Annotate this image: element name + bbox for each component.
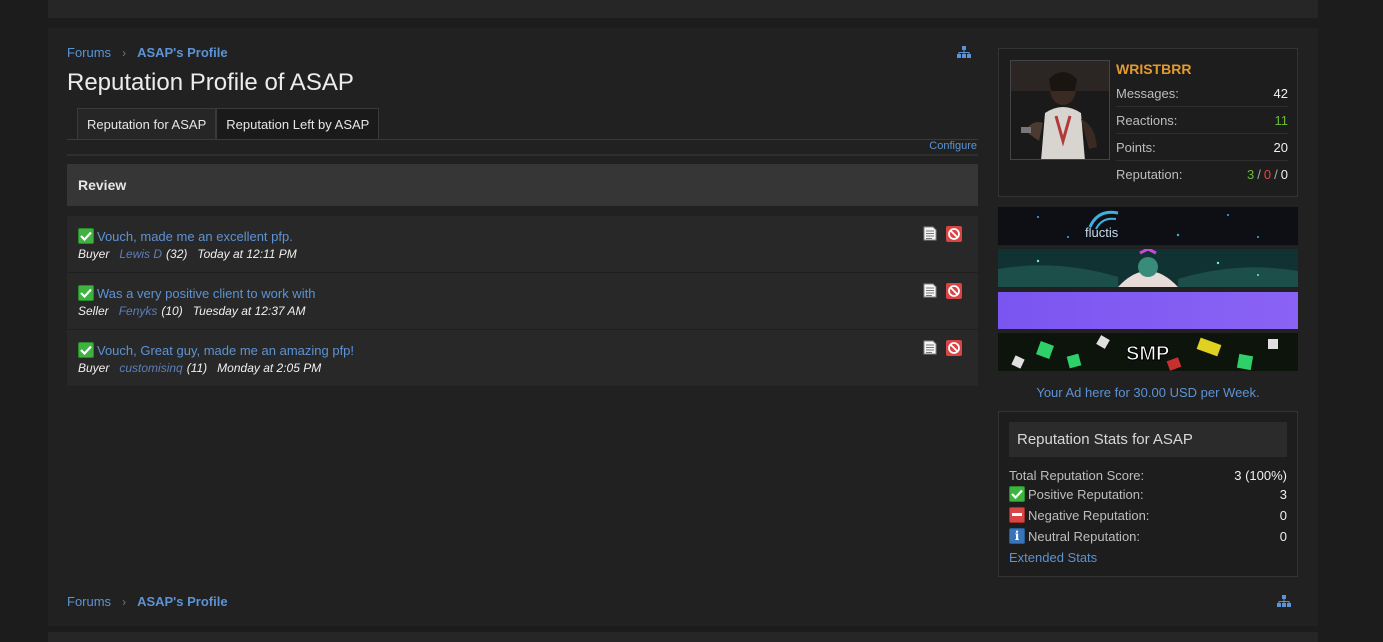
stat-label: Reputation: bbox=[1116, 167, 1183, 182]
positive-check-icon bbox=[1009, 486, 1025, 502]
reputation-role: Buyer bbox=[78, 247, 110, 261]
rep-neutral: 0 bbox=[1280, 167, 1288, 182]
note-icon[interactable] bbox=[923, 340, 937, 356]
avatar[interactable] bbox=[1010, 60, 1110, 160]
negative-minus-icon bbox=[1009, 507, 1025, 523]
sitemap-icon[interactable] bbox=[1277, 595, 1291, 607]
extended-stats-link[interactable]: Extended Stats bbox=[1009, 550, 1097, 565]
breadcrumb-forums[interactable]: Forums bbox=[67, 594, 111, 609]
page-title: Reputation Profile of ASAP bbox=[67, 69, 354, 96]
stat-label: Total Reputation Score: bbox=[1009, 468, 1145, 483]
breadcrumb: Forums › ASAP's Profile bbox=[67, 45, 228, 60]
stat-label: Neutral Reputation: bbox=[1028, 528, 1141, 544]
ad-here-link[interactable]: Your Ad here for 30.00 USD per Week. bbox=[998, 385, 1298, 400]
stat-value: 42 bbox=[1273, 85, 1288, 101]
tab-bar: Reputation for ASAP Reputation Left by A… bbox=[77, 108, 380, 140]
reputation-list: Vouch, made me an excellent pfp. Buyer L… bbox=[67, 216, 978, 387]
username-link[interactable]: WRISTBRR bbox=[1116, 61, 1191, 77]
breadcrumb-chevron-icon: › bbox=[122, 45, 127, 60]
stat-label: Messages: bbox=[1116, 85, 1179, 101]
list-item: Vouch, Great guy, made me an amazing pfp… bbox=[67, 330, 978, 387]
divider bbox=[67, 154, 978, 156]
positive-check-icon bbox=[78, 228, 94, 244]
stat-label: Points: bbox=[1116, 139, 1156, 155]
reputation-message[interactable]: Vouch, Great guy, made me an amazing pfp… bbox=[97, 343, 354, 358]
reputation-user-count: (11) bbox=[186, 361, 208, 375]
top-nav-bar bbox=[48, 0, 1318, 18]
reputation-message[interactable]: Was a very positive client to work with bbox=[97, 286, 315, 301]
review-header: Review bbox=[67, 164, 978, 206]
stat-label: Reactions: bbox=[1116, 112, 1178, 128]
tab-reputation-for[interactable]: Reputation for ASAP bbox=[77, 108, 217, 140]
breadcrumb-chevron-icon: › bbox=[122, 594, 127, 609]
ad-banner-text: SMP bbox=[1126, 343, 1169, 365]
reputation-user-count: (10) bbox=[161, 304, 183, 318]
breadcrumb-profile[interactable]: ASAP's Profile bbox=[137, 594, 228, 609]
stat-reputation: Reputation: 3/0/0 bbox=[1116, 161, 1288, 188]
stat-messages: Messages: 42 bbox=[1116, 80, 1288, 107]
stat-reactions: Reactions: 11 bbox=[1116, 107, 1288, 134]
user-card: WRISTBRR Messages: 42 Reactions: 11 Poin… bbox=[998, 48, 1298, 197]
footer-strip bbox=[48, 632, 1318, 642]
stat-value: 3 (100%) bbox=[1234, 468, 1287, 483]
reputation-time: Tuesday at 12:37 AM bbox=[192, 304, 306, 318]
reputation-user-link[interactable]: Fenyks bbox=[119, 304, 158, 318]
reputation-user-link[interactable]: customisinq bbox=[119, 361, 182, 375]
reputation-time: Today at 12:11 PM bbox=[197, 247, 297, 261]
list-item: Vouch, made me an excellent pfp. Buyer L… bbox=[67, 216, 978, 273]
rep-separator: / bbox=[1257, 167, 1261, 182]
stat-value: 0 bbox=[1279, 528, 1287, 544]
breadcrumb-bottom: Forums › ASAP's Profile bbox=[67, 594, 228, 609]
reputation-user-link[interactable]: Lewis D bbox=[119, 247, 162, 261]
breadcrumb-profile[interactable]: ASAP's Profile bbox=[137, 45, 228, 60]
reputation-message[interactable]: Vouch, made me an excellent pfp. bbox=[97, 229, 293, 244]
reputation-role: Seller bbox=[78, 304, 109, 318]
reputation-stats-box: Reputation Stats for ASAP Total Reputati… bbox=[998, 411, 1298, 577]
stat-value: 3/0/0 bbox=[1247, 167, 1288, 182]
reputation-user-count: (32) bbox=[166, 247, 188, 261]
note-icon[interactable] bbox=[923, 226, 937, 242]
reputation-time: Monday at 2:05 PM bbox=[217, 361, 322, 375]
positive-check-icon bbox=[78, 342, 94, 358]
stat-total: Total Reputation Score: 3 (100%) bbox=[1009, 468, 1287, 483]
configure-link[interactable]: Configure bbox=[929, 140, 977, 152]
tab-reputation-left[interactable]: Reputation Left by ASAP bbox=[216, 108, 380, 140]
stat-value: 20 bbox=[1273, 139, 1288, 155]
stat-label: Negative Reputation: bbox=[1028, 507, 1150, 523]
block-icon[interactable] bbox=[946, 283, 962, 299]
stat-value: 0 bbox=[1279, 507, 1287, 523]
ad-banner[interactable] bbox=[998, 249, 1298, 287]
note-icon[interactable] bbox=[923, 283, 937, 299]
reputation-role: Buyer bbox=[78, 361, 110, 375]
tab-divider bbox=[67, 139, 978, 140]
breadcrumb-forums[interactable]: Forums bbox=[67, 45, 111, 60]
stats-title: Reputation Stats for ASAP bbox=[1009, 422, 1287, 457]
list-item: Was a very positive client to work with … bbox=[67, 273, 978, 330]
rep-positive: 3 bbox=[1247, 167, 1255, 182]
ad-banner[interactable] bbox=[998, 292, 1298, 329]
stat-points: Points: 20 bbox=[1116, 134, 1288, 161]
sitemap-icon[interactable] bbox=[957, 46, 971, 58]
ad-banner[interactable]: SMP bbox=[998, 333, 1298, 371]
stat-label: Positive Reputation: bbox=[1028, 486, 1144, 502]
rep-separator: / bbox=[1274, 167, 1278, 182]
ad-banner-text: fluctis bbox=[1085, 225, 1119, 240]
stat-neutral: i Neutral Reputation: 0 bbox=[1009, 528, 1287, 544]
stat-negative: Negative Reputation: 0 bbox=[1009, 507, 1287, 523]
stat-positive: Positive Reputation: 3 bbox=[1009, 486, 1287, 502]
rep-negative: 0 bbox=[1263, 167, 1272, 182]
block-icon[interactable] bbox=[946, 226, 962, 242]
ad-banner[interactable]: fluctis bbox=[998, 207, 1298, 245]
positive-check-icon bbox=[78, 285, 94, 301]
neutral-info-icon: i bbox=[1009, 528, 1025, 544]
block-icon[interactable] bbox=[946, 340, 962, 356]
stat-value: 3 bbox=[1279, 486, 1287, 502]
stat-value: 11 bbox=[1274, 112, 1289, 128]
